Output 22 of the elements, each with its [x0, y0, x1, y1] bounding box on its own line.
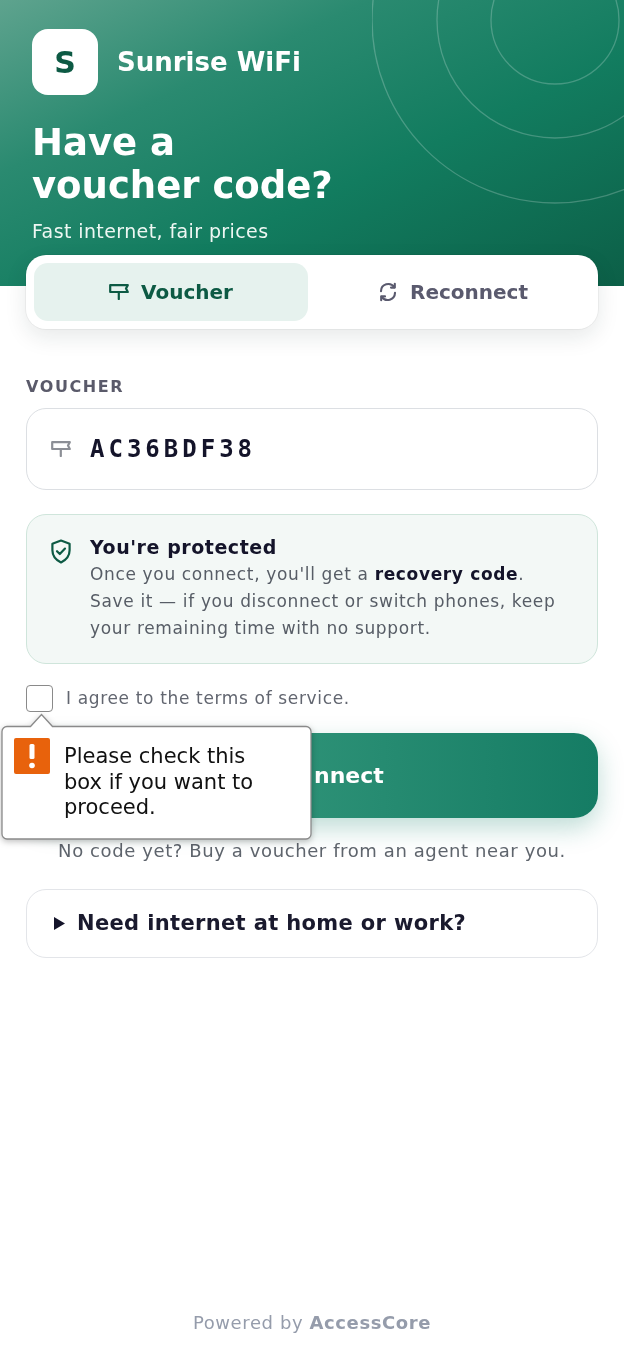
field-label: VOUCHER	[26, 377, 126, 397]
checkbox-label: I agree to the terms of service.	[66, 686, 350, 710]
disclosure-triangle-icon	[53, 917, 65, 930]
tab[interactable]: Voucher	[34, 263, 308, 321]
signpost-icon	[51, 441, 71, 457]
logo: S	[32, 29, 98, 95]
page-title: Have a voucher code?	[32, 121, 334, 207]
tooltip-message: Please check this box if you want to proceed.	[64, 744, 255, 821]
brand-name: Sunrise WiFi	[117, 45, 301, 79]
checkbox[interactable]	[26, 685, 53, 712]
notice-text: Once you connect, you'll get a recovery code. Save it — if you disconnect or switch phones, keep your remaining time with no support.	[90, 563, 557, 640]
signpost-icon	[109, 284, 130, 300]
hint-text: No code yet? Buy a voucher from an agent near you.	[57, 839, 567, 863]
refresh-icon	[378, 282, 398, 302]
voucher-field[interactable]: AC36BDF38	[26, 408, 598, 490]
tab[interactable]: Reconnect	[316, 263, 590, 321]
expandable-section[interactable]: Need internet at home or work?	[26, 889, 598, 958]
shield-check-icon	[50, 539, 72, 565]
exclamation-icon	[14, 738, 50, 774]
footer-text: Powered by AccessCore	[191, 1311, 433, 1335]
subtitle: Fast internet, fair prices	[32, 219, 270, 243]
notice-title: You're protected	[90, 535, 278, 559]
